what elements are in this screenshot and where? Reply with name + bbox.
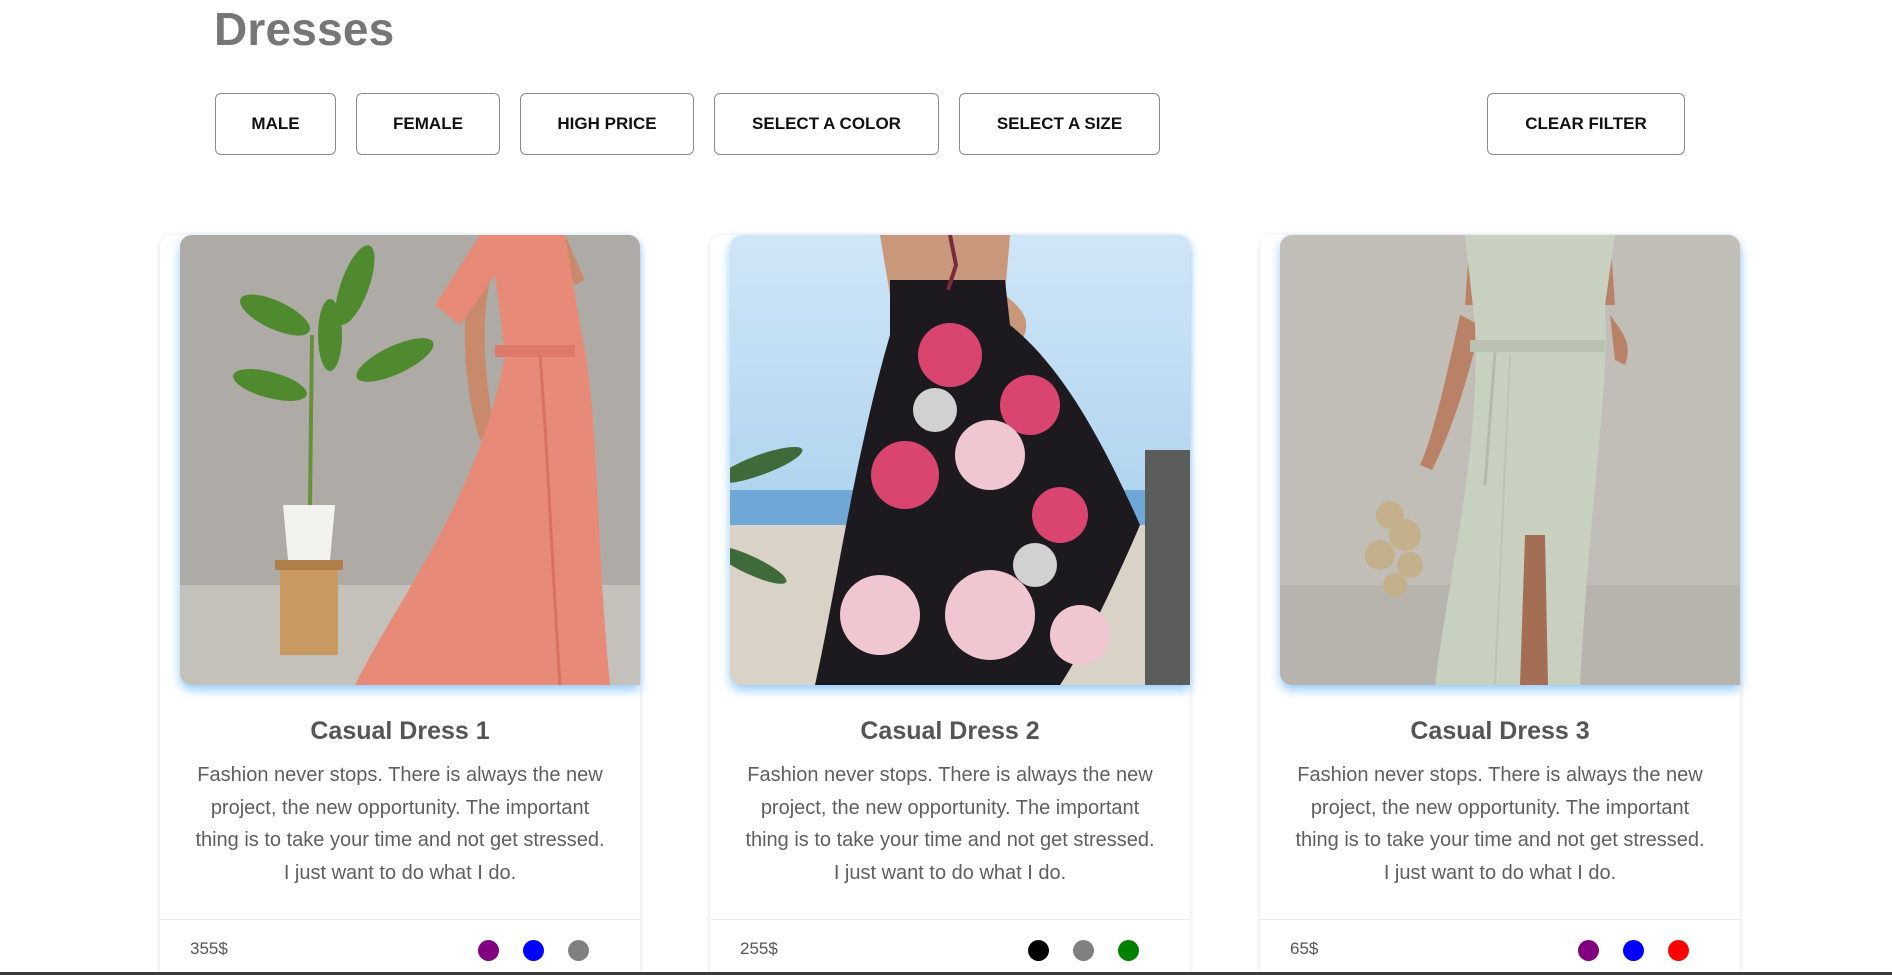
product-description: Fashion never stops. There is always the…	[1295, 764, 1705, 884]
product-title: Casual Dress 1	[310, 717, 490, 745]
select-color-button[interactable]: SELECT A COLOR	[714, 93, 939, 155]
product-price: 355$	[190, 939, 228, 958]
product-title: Casual Dress 2	[860, 717, 1040, 745]
product-description: Fashion never stops. There is always the…	[195, 764, 605, 884]
color-swatch-gray[interactable]	[1073, 940, 1094, 961]
product-price: 255$	[740, 939, 778, 958]
product-description: Fashion never stops. There is always the…	[745, 764, 1155, 884]
card-divider	[160, 919, 640, 920]
page-title: Dresses	[214, 3, 395, 55]
color-swatches	[1578, 940, 1718, 962]
product-image[interactable]	[730, 235, 1190, 685]
product-listing-page: Dresses MALE FEMALE HIGH PRICE SELECT A …	[0, 0, 1892, 975]
color-swatch-black[interactable]	[1028, 940, 1049, 961]
color-swatch-blue[interactable]	[1623, 940, 1644, 961]
color-swatch-gray[interactable]	[568, 940, 589, 961]
product-card[interactable]: Casual Dress 3 Fashion never stops. Ther…	[1260, 235, 1740, 975]
card-divider	[1260, 919, 1740, 920]
color-swatch-blue[interactable]	[523, 940, 544, 961]
color-swatches	[478, 940, 618, 962]
product-card[interactable]: Casual Dress 1 Fashion never stops. Ther…	[160, 235, 640, 975]
coral-dress-photo	[180, 235, 640, 685]
color-swatch-purple[interactable]	[1578, 940, 1599, 961]
select-size-button[interactable]: SELECT A SIZE	[959, 93, 1160, 155]
color-swatch-purple[interactable]	[478, 940, 499, 961]
product-title: Casual Dress 3	[1410, 717, 1590, 745]
filter-female-button[interactable]: FEMALE	[356, 93, 500, 155]
product-card[interactable]: Casual Dress 2 Fashion never stops. Ther…	[710, 235, 1190, 975]
sage-dress-photo	[1280, 235, 1740, 685]
filter-male-button[interactable]: MALE	[215, 93, 336, 155]
floral-dress-photo	[730, 235, 1190, 685]
product-price: 65$	[1290, 939, 1319, 958]
card-divider	[710, 919, 1190, 920]
color-swatch-green[interactable]	[1118, 940, 1139, 961]
color-swatches	[1028, 940, 1168, 962]
product-image[interactable]	[180, 235, 640, 685]
filter-high-price-button[interactable]: HIGH PRICE	[520, 93, 694, 155]
color-swatch-red[interactable]	[1668, 940, 1689, 961]
clear-filter-button[interactable]: CLEAR FILTER	[1487, 93, 1685, 155]
product-image[interactable]	[1280, 235, 1740, 685]
